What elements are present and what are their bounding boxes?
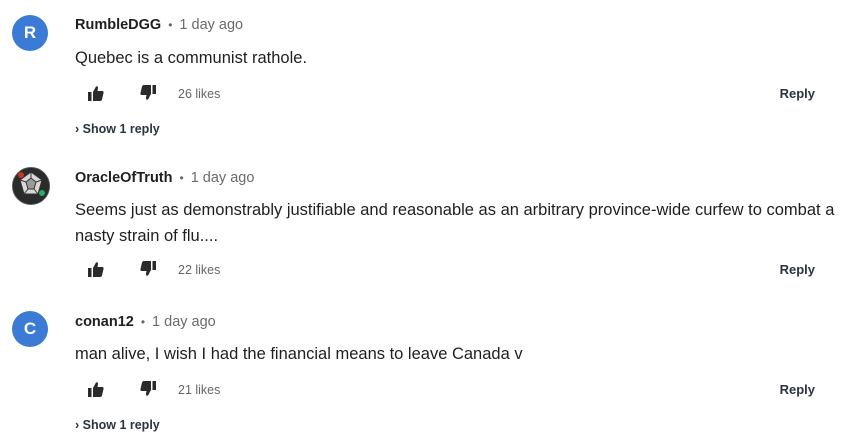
like-count: 22 likes <box>178 263 221 277</box>
avatar[interactable]: R <box>12 15 48 51</box>
avatar[interactable]: C <box>12 311 48 347</box>
thumbs-down-icon[interactable] <box>139 380 157 400</box>
like-count: 21 likes <box>178 383 221 397</box>
avatar[interactable] <box>12 167 50 205</box>
separator-dot: • <box>179 171 184 185</box>
comment-text: man alive, I wish I had the financial me… <box>75 345 523 363</box>
comment-actions: 21 likes Reply <box>87 380 815 402</box>
comment-actions: 26 likes Reply <box>87 84 815 106</box>
thumbs-down-icon[interactable] <box>139 84 157 104</box>
comment-text: Seems just as demonstrably justifiable a… <box>75 201 835 245</box>
like-count: 26 likes <box>178 87 221 101</box>
dodecahedron-avatar-icon <box>13 168 49 204</box>
show-replies-link[interactable]: › Show 1 reply <box>75 418 160 432</box>
username[interactable]: OracleOfTruth <box>75 170 173 186</box>
separator-dot: • <box>168 18 173 32</box>
separator-dot: • <box>140 315 146 329</box>
comment-actions: 22 likes Reply <box>87 260 815 282</box>
timestamp: 1 day ago <box>179 17 244 33</box>
thumbs-up-icon[interactable] <box>87 260 105 280</box>
thumbs-up-icon[interactable] <box>87 380 105 400</box>
thumbs-down-icon[interactable] <box>139 260 157 280</box>
avatar-letter: R <box>23 23 37 42</box>
show-replies-link[interactable]: › Show 1 reply <box>75 122 160 136</box>
comment-header: OracleOfTruth • 1 day ago <box>75 170 254 186</box>
comment-header: RumbleDGG • 1 day ago <box>75 17 243 33</box>
reply-button[interactable]: Reply <box>780 262 815 277</box>
timestamp: 1 day ago <box>152 314 216 330</box>
avatar-letter: C <box>23 319 37 338</box>
reply-button[interactable]: Reply <box>780 382 815 397</box>
thumbs-up-icon[interactable] <box>87 84 105 104</box>
reply-button[interactable]: Reply <box>780 86 815 101</box>
comment-text: Quebec is a communist rathole. <box>75 49 308 67</box>
comment-header: conan12 • 1 day ago <box>75 314 216 330</box>
username[interactable]: RumbleDGG <box>75 17 161 33</box>
timestamp: 1 day ago <box>190 170 255 186</box>
username[interactable]: conan12 <box>75 314 134 330</box>
